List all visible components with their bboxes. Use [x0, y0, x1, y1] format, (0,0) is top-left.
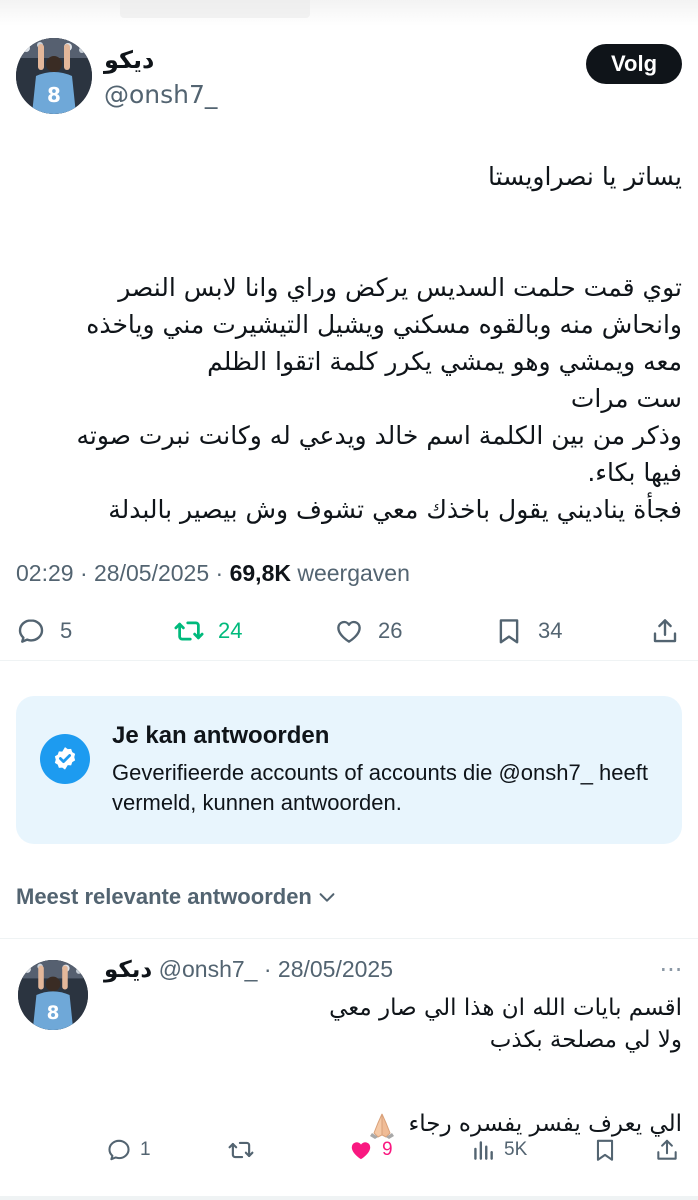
reply-bookmark-button[interactable]	[592, 1130, 626, 1170]
author-name[interactable]: ديكو	[104, 46, 154, 74]
reply-avatar[interactable]: 8	[18, 960, 88, 1030]
tweet-text: يساتر يا نصراويستا توي قمت حلمت السديس ي…	[14, 158, 682, 528]
like-count: 26	[378, 618, 403, 643]
reply-reply-count: 1	[140, 1139, 151, 1160]
like-button[interactable]: 26	[334, 608, 402, 654]
tweet-line: فيها بكاء.	[587, 458, 682, 487]
tweet-line: معه ويمشي وهو يمشي يكرر كلمة اتقوا الظلم	[207, 347, 682, 376]
follow-button[interactable]: Volg	[586, 44, 682, 84]
divider	[0, 938, 698, 939]
svg-text:8: 8	[47, 83, 61, 107]
share-icon	[653, 619, 677, 643]
reply-date[interactable]: 28/05/2025	[278, 956, 393, 982]
verified-icon	[54, 747, 76, 770]
top-bar-shadow	[120, 0, 310, 18]
reply-like-button[interactable]: 9	[348, 1130, 393, 1170]
reply-button[interactable]: 5	[16, 608, 72, 654]
tweet-line: وذكر من بين الكلمة اسم خالد ويدعي له وكا…	[76, 421, 682, 450]
reply-line-blank	[102, 1056, 682, 1108]
reply-views-count: 5K	[504, 1139, 528, 1160]
sort-label: Meest relevante antwoorden	[16, 884, 312, 909]
meta-dot: ·	[263, 956, 278, 982]
bookmark-icon	[596, 1139, 614, 1161]
repost-icon	[228, 1141, 254, 1159]
share-button[interactable]	[650, 608, 694, 654]
notice-text: Geverifieerde accounts of accounts die @…	[112, 760, 648, 815]
tweet-line: وانحاش منه وبالقوه مسكني ويشيل التيشيرت …	[86, 310, 682, 339]
reply-views-button[interactable]: 5K	[470, 1130, 527, 1170]
tweet-meta: 02:29 · 28/05/2025 · 69,8K weergaven	[16, 560, 410, 587]
svg-text:8: 8	[47, 1003, 60, 1024]
like-icon	[337, 620, 361, 643]
views-label: weergaven	[297, 560, 410, 586]
notice-title: Je kan antwoorden	[112, 722, 330, 749]
top-fade	[0, 0, 698, 26]
reply-count: 5	[60, 618, 73, 643]
meta-dot: ·	[215, 560, 230, 586]
reply-like-count: 9	[382, 1139, 393, 1160]
share-icon	[657, 1139, 677, 1160]
reply-header: ديكو @onsh7_ · 28/05/2025	[104, 956, 393, 983]
divider	[0, 660, 698, 661]
tweet-line: ست مرات	[570, 384, 682, 413]
tweet-actions: 5 24 26 34	[0, 608, 698, 654]
reply-reply-button[interactable]: 1	[106, 1130, 151, 1170]
view-count: 69,8K	[229, 560, 291, 586]
views-icon	[474, 1141, 493, 1160]
reply-line: ولا لي مصلحة بكذب	[489, 1027, 682, 1053]
repost-button[interactable]: 24	[174, 608, 242, 654]
divider	[0, 1196, 698, 1200]
reply-author-handle[interactable]: @onsh7_	[159, 956, 258, 982]
chevron-down-icon	[319, 893, 335, 902]
bookmark-count: 34	[538, 618, 563, 643]
reply-sort-dropdown[interactable]: Meest relevante antwoorden	[16, 884, 338, 910]
bookmark-icon	[499, 619, 519, 644]
more-icon[interactable]: ···	[654, 956, 688, 984]
reply-icon	[108, 1139, 130, 1161]
reply-author-name[interactable]: ديكو	[104, 957, 152, 983]
repost-icon	[174, 621, 204, 641]
tweet-time[interactable]: 02:29	[16, 560, 74, 586]
author-handle[interactable]: @onsh7_	[104, 80, 217, 109]
reply-actions: 1 9 5K	[0, 1130, 698, 1170]
reply-text: اقسم بايات الله ان هذا الي صار معي ولا ل…	[102, 992, 682, 1140]
reply-line: اقسم بايات الله ان هذا الي صار معي	[329, 995, 682, 1021]
reply-share-button[interactable]	[654, 1130, 688, 1170]
tweet-line: توي قمت حلمت السديس يركض وراي وانا لابس …	[118, 273, 682, 302]
tweet-line: يساتر يا نصراويستا	[488, 162, 682, 191]
reply-icon	[18, 619, 44, 643]
meta-dot: ·	[79, 560, 95, 586]
verified-badge	[40, 734, 90, 784]
bookmark-button[interactable]: 34	[494, 608, 562, 654]
repost-count: 24	[218, 618, 243, 643]
tweet-date[interactable]: 28/05/2025	[94, 560, 209, 586]
like-icon	[351, 1142, 371, 1160]
avatar[interactable]: 8	[16, 38, 92, 114]
tweet-line: فجأة يناديني يقول باخذك معي تشوف وش بيصي…	[108, 495, 682, 524]
reply-restriction-notice: Je kan antwoorden Geverifieerde accounts…	[16, 696, 682, 844]
reply-repost-button[interactable]	[228, 1130, 262, 1170]
